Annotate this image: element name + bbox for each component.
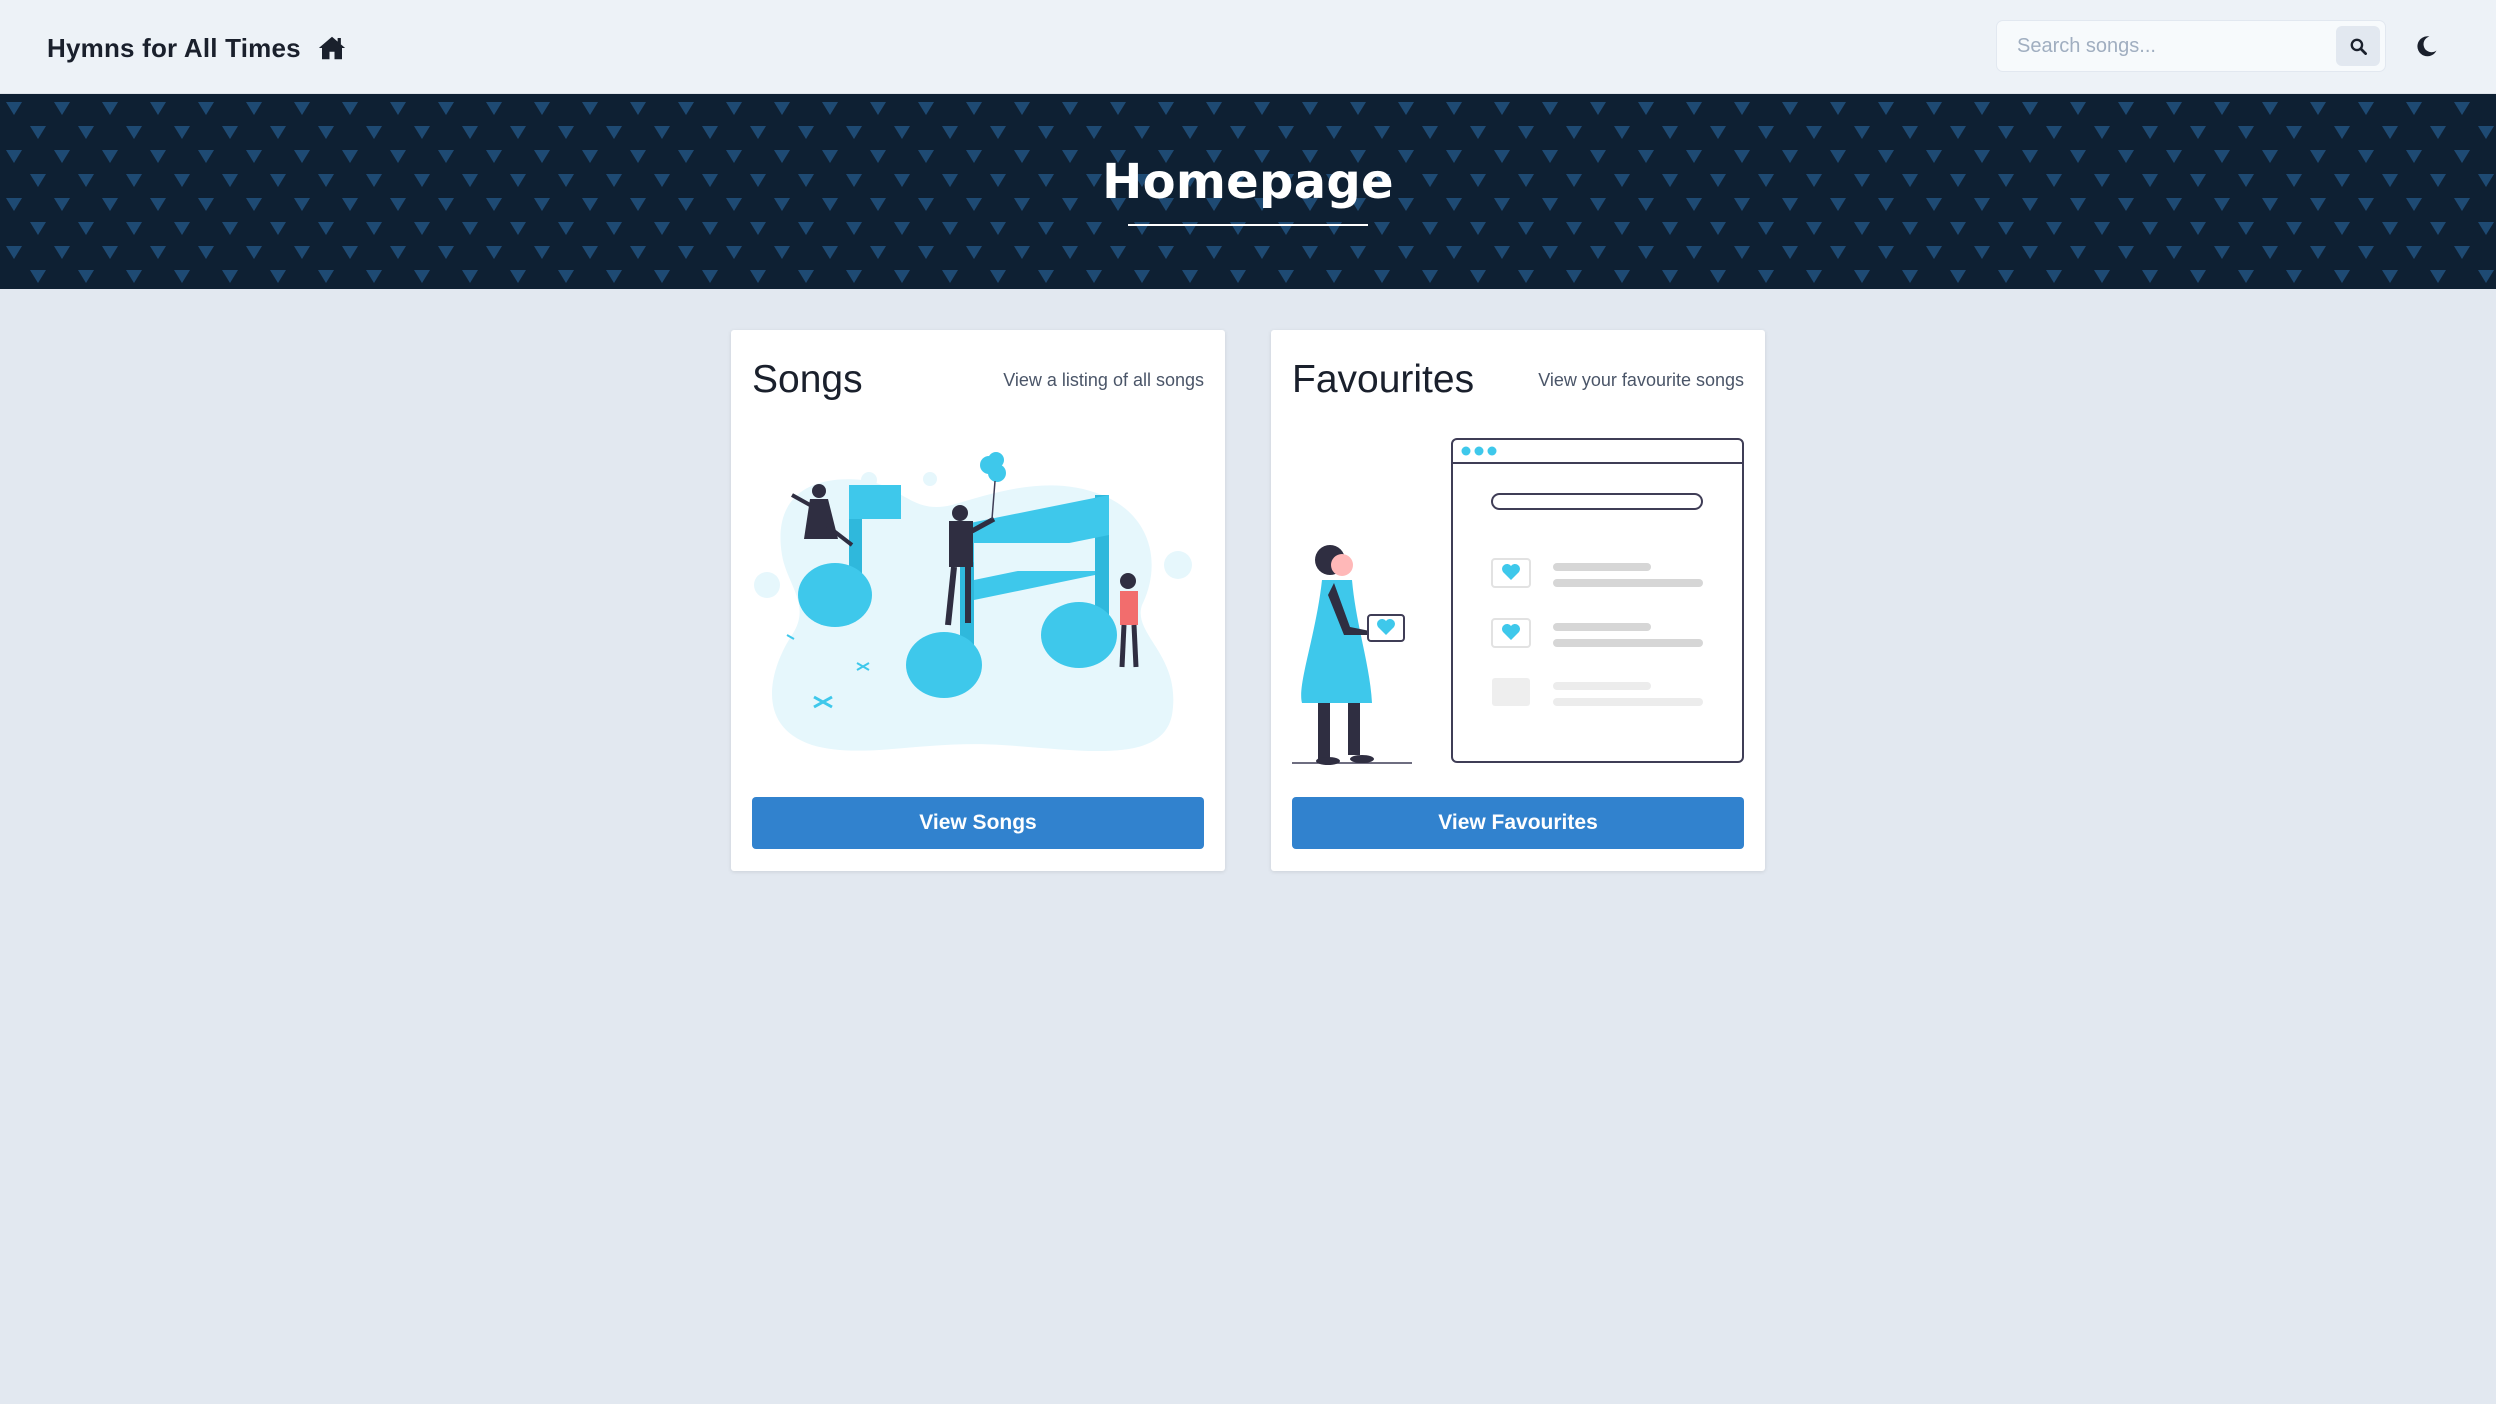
navbar: Hymns for All Times xyxy=(0,0,2496,94)
music-notes-people-illustration xyxy=(754,452,1192,752)
brand-link[interactable]: Hymns for All Times xyxy=(47,28,347,68)
favourites-card-title: Favourites xyxy=(1292,358,1475,401)
view-songs-button[interactable]: View Songs xyxy=(752,797,1204,849)
search-group xyxy=(1996,20,2386,72)
songs-card-subtitle: View a listing of all songs xyxy=(1003,370,1204,390)
search-button[interactable] xyxy=(2336,26,2380,66)
favourites-illustration xyxy=(1292,435,1744,1100)
page-title: Homepage xyxy=(1102,154,1394,210)
favourites-list-illustration xyxy=(1292,438,1744,765)
home-icon xyxy=(318,36,345,60)
brand-title: Hymns for All Times xyxy=(47,32,301,63)
music-notes-illustration xyxy=(752,435,1204,1100)
songs-card-title: Songs xyxy=(752,358,863,401)
theme-toggle-button[interactable] xyxy=(2405,24,2449,68)
search-icon xyxy=(2350,38,2367,55)
songs-card: Songs View a listing of all songs View S… xyxy=(731,330,1225,871)
favourites-card: Favourites View your favourite songs Vie… xyxy=(1271,330,1765,871)
search-input[interactable] xyxy=(1997,21,2336,71)
moon-icon xyxy=(2417,36,2437,57)
view-favourites-button[interactable]: View Favourites xyxy=(1292,797,1744,849)
favourites-card-subtitle: View your favourite songs xyxy=(1538,370,1744,390)
title-underline xyxy=(1128,224,1368,226)
hero-banner: Homepage xyxy=(0,94,2496,289)
